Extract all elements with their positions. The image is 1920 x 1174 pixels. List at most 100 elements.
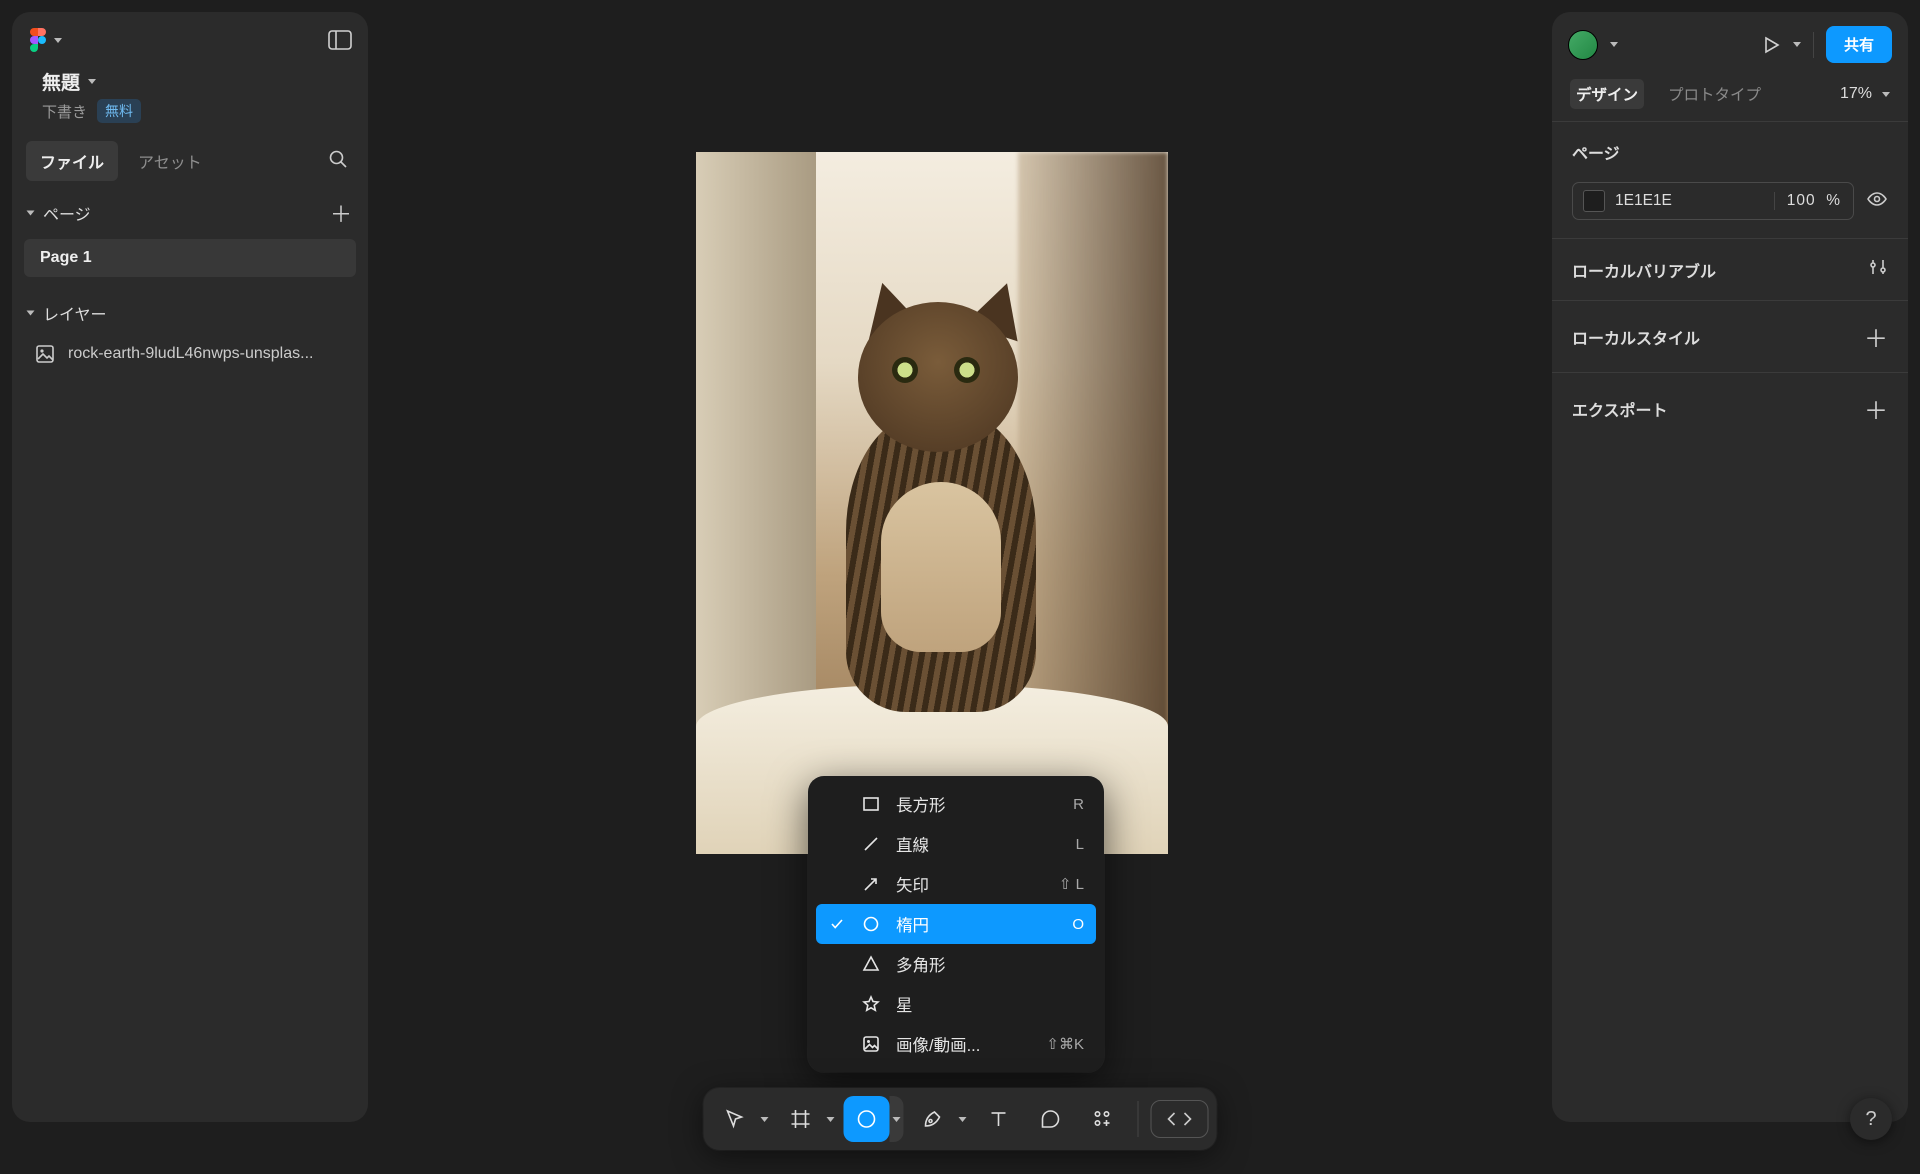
pen-tool-button[interactable] — [910, 1096, 956, 1142]
share-button[interactable]: 共有 — [1826, 26, 1892, 63]
shape-tool-chevron[interactable] — [890, 1096, 904, 1142]
menu-item-arrow[interactable]: 矢印 ⇧ L — [816, 864, 1096, 904]
export-title: エクスポート — [1572, 397, 1668, 421]
help-button[interactable]: ? — [1850, 1098, 1892, 1140]
chevron-down-icon — [88, 79, 96, 84]
page-item[interactable]: Page 1 — [24, 239, 356, 277]
actions-button[interactable] — [1080, 1096, 1126, 1142]
move-tool-chevron[interactable] — [758, 1117, 772, 1122]
layer-item[interactable]: rock-earth-9ludL46nwps-unsplas... — [12, 335, 368, 373]
menu-label: 多角形 — [896, 952, 1070, 976]
ellipse-icon — [860, 915, 882, 933]
menu-item-rectangle[interactable]: 長方形 R — [816, 784, 1096, 824]
frame-tool-chevron[interactable] — [824, 1117, 838, 1122]
layers-title: レイヤー — [43, 301, 107, 325]
plan-badge[interactable]: 無料 — [97, 99, 141, 123]
arrow-icon — [860, 875, 882, 893]
menu-shortcut: ⇧ L — [1059, 875, 1084, 893]
comment-tool-button[interactable] — [1028, 1096, 1074, 1142]
text-tool-button[interactable] — [976, 1096, 1022, 1142]
menu-item-star[interactable]: 星 — [816, 984, 1096, 1024]
ellipse-icon — [856, 1108, 878, 1130]
main-menu-button[interactable] — [28, 26, 62, 54]
add-page-button[interactable]: ＋ — [330, 197, 352, 229]
chevron-down-icon — [1882, 92, 1890, 97]
layers-section: レイヤー rock-earth-9ludL46nwps-unsplas... — [12, 291, 368, 373]
frame-tool-button[interactable] — [778, 1096, 824, 1142]
polygon-icon — [860, 955, 882, 973]
layers-header[interactable]: レイヤー — [12, 291, 368, 335]
page-background-row: 1E1E1E 100 % — [1572, 182, 1888, 220]
eye-icon — [1866, 188, 1888, 210]
plus-icon: ＋ — [1864, 319, 1888, 354]
shape-tool-menu: 長方形 R 直線 L 矢印 ⇧ L 楕円 O 多角形 星 画像/動画... ⇧⌘… — [808, 776, 1104, 1072]
pages-section: ページ ＋ Page 1 — [12, 187, 368, 277]
menu-item-polygon[interactable]: 多角形 — [816, 944, 1096, 984]
move-tool-button[interactable] — [712, 1096, 758, 1142]
left-panel-tabs: ファイル アセット — [12, 135, 368, 187]
local-variables-title: ローカルバリアブル — [1572, 258, 1716, 282]
comment-icon — [1040, 1108, 1062, 1130]
bottom-toolbar — [704, 1088, 1217, 1150]
menu-item-line[interactable]: 直線 L — [816, 824, 1096, 864]
text-icon — [988, 1108, 1010, 1130]
rectangle-icon — [860, 795, 882, 813]
local-styles-title: ローカルスタイル — [1572, 325, 1700, 349]
layer-name: rock-earth-9ludL46nwps-unsplas... — [68, 345, 313, 363]
background-color-input[interactable]: 1E1E1E 100 % — [1572, 182, 1854, 220]
user-avatar[interactable] — [1568, 30, 1598, 60]
cursor-icon — [724, 1108, 746, 1130]
menu-label: 長方形 — [896, 792, 1059, 816]
visibility-toggle[interactable] — [1866, 188, 1888, 215]
menu-shortcut: L — [1076, 836, 1084, 853]
chevron-down-icon — [959, 1117, 967, 1122]
menu-label: 直線 — [896, 832, 1062, 856]
caret-down-icon — [27, 211, 35, 216]
document-title-row[interactable]: 無題 — [12, 62, 368, 97]
export-section[interactable]: エクスポート ＋ — [1552, 373, 1908, 444]
pen-icon — [922, 1108, 944, 1130]
dev-mode-button[interactable] — [1151, 1100, 1209, 1138]
search-icon — [328, 149, 348, 169]
menu-label: 星 — [896, 992, 1070, 1016]
tab-prototype[interactable]: プロトタイプ — [1662, 79, 1767, 109]
local-variables-section[interactable]: ローカルバリアブル — [1552, 239, 1908, 301]
pages-header[interactable]: ページ ＋ — [12, 187, 368, 239]
tab-design[interactable]: デザイン — [1570, 79, 1644, 109]
tab-file[interactable]: ファイル — [26, 141, 118, 181]
color-swatch — [1583, 190, 1605, 212]
sliders-icon — [1868, 257, 1888, 282]
tab-assets[interactable]: アセット — [124, 141, 216, 181]
image-layer-icon — [36, 345, 54, 363]
zoom-value: 17% — [1840, 85, 1872, 103]
present-button[interactable] — [1761, 35, 1781, 55]
zoom-control[interactable]: 17% — [1840, 85, 1890, 103]
right-panel-tabs: デザイン プロトタイプ 17% — [1552, 73, 1908, 122]
menu-item-ellipse[interactable]: 楕円 O — [816, 904, 1096, 944]
pen-tool-chevron[interactable] — [956, 1117, 970, 1122]
chevron-down-icon[interactable] — [1610, 42, 1618, 47]
line-icon — [860, 835, 882, 853]
toggle-panels-button[interactable] — [328, 30, 352, 50]
pen-tool-group — [910, 1096, 970, 1142]
frame-tool-group — [778, 1096, 838, 1142]
chevron-down-icon — [893, 1117, 901, 1122]
menu-label: 楕円 — [896, 912, 1058, 936]
chevron-down-icon — [54, 38, 62, 43]
shape-tool-button[interactable] — [844, 1096, 890, 1142]
actions-icon — [1092, 1108, 1114, 1130]
chevron-down-icon[interactable] — [1793, 42, 1801, 47]
local-styles-section[interactable]: ローカルスタイル ＋ — [1552, 301, 1908, 373]
search-button[interactable] — [322, 143, 354, 180]
right-panel-header: 共有 — [1552, 12, 1908, 73]
frame-icon — [790, 1108, 812, 1130]
document-status-row: 下書き 無料 — [12, 97, 368, 135]
hex-value: 1E1E1E — [1615, 192, 1774, 210]
image-icon — [860, 1035, 882, 1053]
check-icon — [828, 917, 846, 931]
menu-item-image[interactable]: 画像/動画... ⇧⌘K — [816, 1024, 1096, 1064]
pages-title: ページ — [43, 201, 91, 225]
document-title: 無題 — [42, 68, 80, 95]
menu-shortcut: R — [1073, 796, 1084, 813]
canvas-image[interactable] — [696, 152, 1168, 854]
